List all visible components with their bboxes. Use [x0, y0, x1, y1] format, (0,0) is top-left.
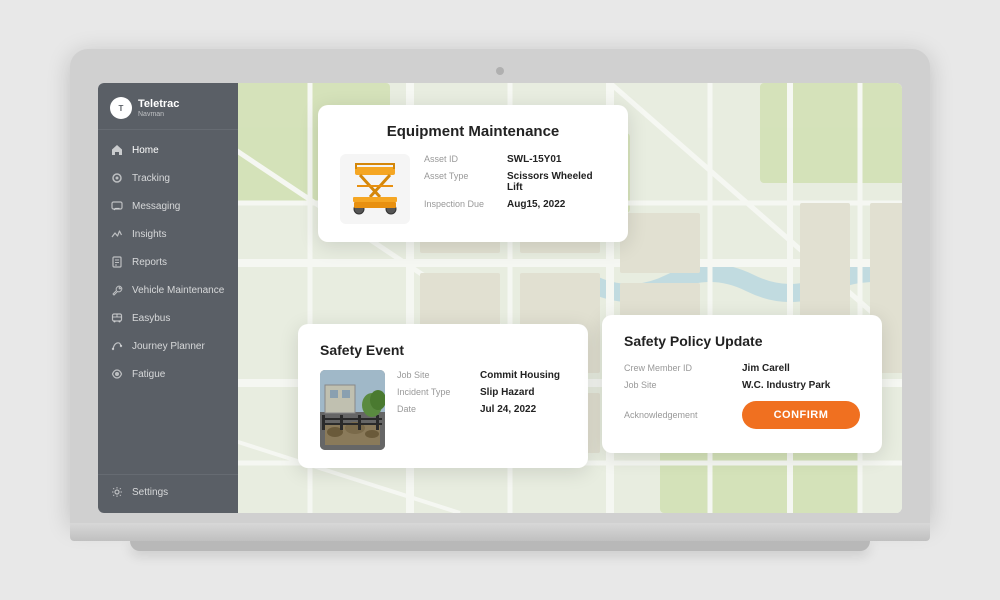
sidebar-item-home[interactable]: Home: [98, 136, 238, 164]
safety-event-image: [320, 370, 385, 450]
settings-label: Settings: [132, 487, 168, 498]
sidebar-item-journey-planner[interactable]: Journey Planner: [98, 332, 238, 360]
incident-type-value: Slip Hazard: [480, 387, 534, 398]
policy-job-site-row: Job Site W.C. Industry Park: [624, 380, 860, 391]
asset-id-label: Asset ID: [424, 154, 499, 164]
job-site-label: Job Site: [397, 370, 472, 380]
safety-event-body: Job Site Commit Housing Incident Type Sl…: [320, 370, 566, 450]
crew-member-value: Jim Carell: [742, 363, 790, 374]
reports-icon: [110, 255, 124, 269]
logo-text-block: Teletrac Navman: [138, 98, 179, 118]
sidebar-item-reports[interactable]: Reports: [98, 248, 238, 276]
main-content: Equipment Maintenance: [238, 83, 902, 513]
sidebar-item-reports-label: Reports: [132, 257, 167, 268]
safety-event-details: Job Site Commit Housing Incident Type Sl…: [397, 370, 560, 421]
logo-name: Teletrac: [138, 98, 179, 110]
safety-policy-card: Safety Policy Update Crew Member ID Jim …: [602, 315, 882, 453]
webcam: [496, 67, 504, 75]
asset-type-label: Asset Type: [424, 171, 499, 181]
asset-type-row: Asset Type Scissors Wheeled Lift: [424, 171, 606, 193]
sidebar-item-easybus[interactable]: Easybus: [98, 304, 238, 332]
equipment-image: [340, 154, 410, 224]
settings-icon: [110, 485, 124, 499]
laptop-container: T Teletrac Navman Home Tra: [70, 49, 930, 551]
safety-policy-title: Safety Policy Update: [624, 333, 860, 349]
logo-subname: Navman: [138, 111, 179, 118]
sidebar-settings[interactable]: Settings: [98, 474, 238, 513]
policy-job-site-value: W.C. Industry Park: [742, 380, 830, 391]
screen-bezel: T Teletrac Navman Home Tra: [70, 49, 930, 523]
sidebar-item-home-label: Home: [132, 145, 159, 156]
safety-event-card: Safety Event: [298, 324, 588, 468]
asset-id-row: Asset ID SWL-15Y01: [424, 154, 606, 165]
sidebar-item-insights-label: Insights: [132, 229, 166, 240]
sidebar: T Teletrac Navman Home Tra: [98, 83, 238, 513]
logo-icon: T: [110, 97, 132, 119]
policy-job-site-label: Job Site: [624, 380, 734, 390]
crew-member-label: Crew Member ID: [624, 363, 734, 373]
settings-item[interactable]: Settings: [110, 485, 226, 499]
inspection-due-label: Inspection Due: [424, 199, 499, 209]
equipment-maintenance-card: Equipment Maintenance: [318, 105, 628, 242]
equipment-details: Asset ID SWL-15Y01 Asset Type Scissors W…: [424, 154, 606, 216]
date-value: Jul 24, 2022: [480, 404, 536, 415]
sidebar-item-fatigue-label: Fatigue: [132, 369, 165, 380]
asset-type-value: Scissors Wheeled Lift: [507, 171, 606, 193]
date-row: Date Jul 24, 2022: [397, 404, 560, 415]
sidebar-item-messaging-label: Messaging: [132, 201, 180, 212]
sidebar-item-vehicle-maintenance-label: Vehicle Maintenance: [132, 285, 224, 296]
sidebar-item-journey-planner-label: Journey Planner: [132, 341, 205, 352]
journey-planner-icon: [110, 339, 124, 353]
sidebar-item-tracking-label: Tracking: [132, 173, 170, 184]
safety-event-title: Safety Event: [320, 342, 566, 358]
easybus-icon: [110, 311, 124, 325]
tracking-icon: [110, 171, 124, 185]
sidebar-item-easybus-label: Easybus: [132, 313, 170, 324]
insights-icon: [110, 227, 124, 241]
sidebar-item-insights[interactable]: Insights: [98, 220, 238, 248]
messaging-icon: [110, 199, 124, 213]
acknowledgement-label: Acknowledgement: [624, 410, 734, 420]
sidebar-item-fatigue[interactable]: Fatigue: [98, 360, 238, 388]
asset-id-value: SWL-15Y01: [507, 154, 561, 165]
inspection-due-value: Aug15, 2022: [507, 199, 565, 210]
maintenance-icon: [110, 283, 124, 297]
inspection-due-row: Inspection Due Aug15, 2022: [424, 199, 606, 210]
date-label: Date: [397, 404, 472, 414]
incident-type-label: Incident Type: [397, 387, 472, 397]
sidebar-item-messaging[interactable]: Messaging: [98, 192, 238, 220]
job-site-row: Job Site Commit Housing: [397, 370, 560, 381]
sidebar-logo: T Teletrac Navman: [98, 83, 238, 130]
sidebar-item-tracking[interactable]: Tracking: [98, 164, 238, 192]
laptop-base: [70, 523, 930, 541]
fatigue-icon: [110, 367, 124, 381]
crew-member-row: Crew Member ID Jim Carell: [624, 363, 860, 374]
incident-type-row: Incident Type Slip Hazard: [397, 387, 560, 398]
acknowledgement-row: Acknowledgement CONFIRM: [624, 401, 860, 429]
equipment-card-title: Equipment Maintenance: [340, 123, 606, 140]
job-site-value: Commit Housing: [480, 370, 560, 381]
laptop-foot: [130, 541, 870, 551]
home-icon: [110, 143, 124, 157]
screen: T Teletrac Navman Home Tra: [98, 83, 902, 513]
confirm-button[interactable]: CONFIRM: [742, 401, 860, 429]
equipment-card-body: Asset ID SWL-15Y01 Asset Type Scissors W…: [340, 154, 606, 224]
sidebar-item-vehicle-maintenance[interactable]: Vehicle Maintenance: [98, 276, 238, 304]
